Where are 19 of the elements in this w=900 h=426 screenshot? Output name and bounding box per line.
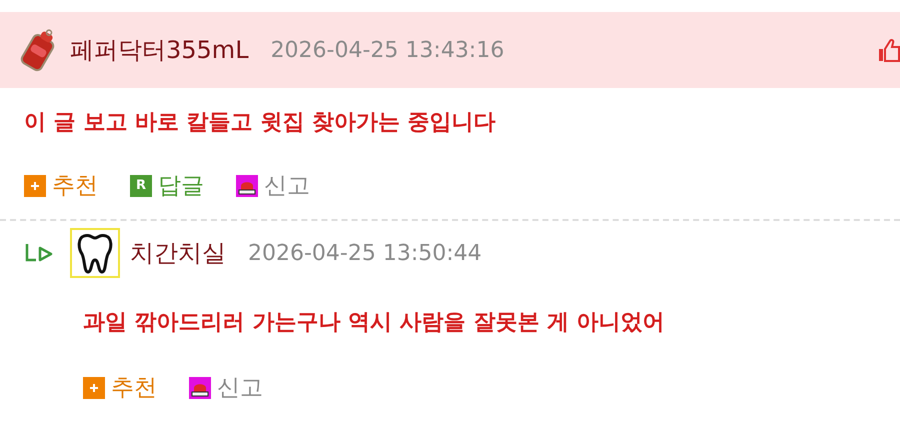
- action-link[interactable]: 추천: [52, 170, 98, 201]
- author-name[interactable]: 치간치실: [130, 237, 226, 269]
- comment-text: 이 글 보고 바로 칼들고 윗집 찾아가는 중입니다: [23, 109, 497, 137]
- action-link[interactable]: 추천: [111, 372, 157, 403]
- thumbs-up-icon[interactable]: [878, 37, 900, 63]
- author-name[interactable]: 페퍼닥터355mL: [70, 34, 249, 66]
- timestamp: 2026-04-25 13:50:44: [248, 240, 482, 266]
- reply-icon[interactable]: R: [130, 174, 152, 196]
- plus-icon[interactable]: [24, 174, 46, 196]
- action-link[interactable]: 답글: [158, 170, 204, 201]
- siren-icon[interactable]: [189, 376, 211, 398]
- siren-icon[interactable]: [236, 174, 258, 196]
- comment-text: 과일 깎아드리러 가는구나 역시 사람을 잘못본 게 아니었어: [82, 309, 666, 337]
- timestamp: 2026-04-25 13:43:16: [270, 38, 504, 62]
- plus-icon[interactable]: [83, 376, 105, 398]
- action-link[interactable]: 신고: [264, 170, 310, 201]
- tooth-icon: [70, 228, 120, 278]
- action-link[interactable]: 신고: [217, 372, 263, 403]
- reply-arrow-icon: [24, 242, 54, 264]
